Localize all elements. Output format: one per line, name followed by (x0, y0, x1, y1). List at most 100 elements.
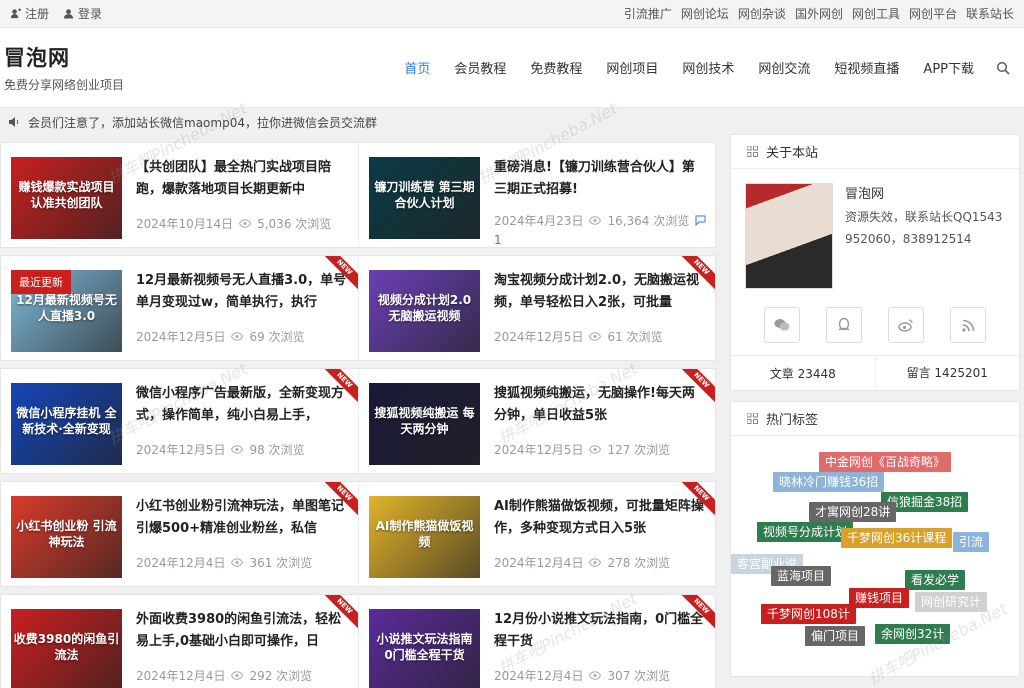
post-card[interactable]: 搜狐视频纯搬运 每天两分钟 搜狐视频纯搬运，无脑操作!每天两分钟，单日收益5张 20… (358, 369, 715, 473)
thumbnail-text: AI制作熊猫做饭视频 (375, 519, 474, 549)
register-link[interactable]: 注册 (10, 5, 49, 22)
post-title[interactable]: 外面收费3980的闲鱼引流法，轻松易上手,0基础小白即可操作，日 (136, 609, 348, 653)
post-thumbnail[interactable]: 小说推文玩法指南 0门槛全程干货 (369, 609, 480, 688)
site-logo[interactable]: 冒泡网 免费分享网络创业项目 (4, 42, 124, 93)
tag-item[interactable]: 余网创32计 (875, 624, 951, 644)
eye-icon (589, 671, 602, 680)
nav-free-tutorial[interactable]: 免费教程 (518, 58, 594, 77)
register-label: 注册 (25, 7, 50, 21)
post-views: 278 次浏览 (607, 556, 671, 570)
post-thumbnail[interactable]: 12月最新视频号无人直播3.0 最近更新 (11, 270, 122, 352)
speaker-icon (9, 117, 19, 127)
post-title[interactable]: 微信小程序广告最新版，全新变现方式，操作简单，纯小白易上手， (136, 383, 348, 427)
post-thumbnail[interactable]: 视频分成计划2.0 无脑搬运视频 (369, 270, 480, 352)
tag-item[interactable]: 引流 (953, 532, 990, 552)
wechat-button[interactable] (764, 307, 800, 343)
post-date: 2024年12月5日 (494, 443, 584, 457)
rss-button[interactable] (950, 307, 986, 343)
sidebar: 关于本站 冒泡网 资源失效，联系站长QQ1543952060，838912514 (730, 134, 1020, 687)
search-icon[interactable] (996, 61, 1010, 75)
tag-item[interactable]: 中金网创《百战奇略》 (819, 452, 952, 472)
post-title[interactable]: 搜狐视频纯搬运，无脑操作!每天两分钟，单日收益5张 (494, 383, 705, 427)
comment-count[interactable]: 1 (494, 233, 706, 247)
eye-icon (589, 558, 602, 567)
post-card[interactable]: 赚钱爆款实战项目 认准共创团队 【共创团队】最全热门实战项目陪跑，爆款落地项目长期… (1, 143, 358, 247)
post-card[interactable]: 镰刀训练营 第三期合伙人计划 重磅消息!【镰刀训练营合伙人】第三期正式招募! 202… (358, 143, 715, 247)
post-date: 2024年12月4日 (136, 556, 226, 570)
tag-item[interactable]: 赚钱项目 (849, 588, 910, 608)
user-add-icon (10, 8, 21, 19)
post-date: 2024年12月4日 (136, 669, 226, 683)
tag-item[interactable]: 千梦网创36计课程 (841, 528, 953, 548)
tag-item[interactable]: 千梦网创108计 (761, 604, 856, 624)
new-ribbon: NEW (681, 595, 715, 629)
qq-icon (838, 317, 850, 331)
post-card[interactable]: 收费3980的闲鱼引流法 外面收费3980的闲鱼引流法，轻松易上手,0基础小白即可… (1, 595, 358, 688)
nav-projects[interactable]: 网创项目 (594, 58, 670, 77)
top-link[interactable]: 国外网创 (795, 5, 843, 22)
top-link[interactable]: 引流推广 (624, 5, 672, 22)
post-title[interactable]: AI制作熊猫做饭视频，可批量矩阵操作，多种变现方式日入5张 (494, 496, 705, 540)
post-title[interactable]: 【共创团队】最全热门实战项目陪跑，爆款落地项目长期更新中 (136, 157, 348, 201)
post-card[interactable]: 小说推文玩法指南 0门槛全程干货 12月份小说推文玩法指南，0门槛全程干货 2024… (358, 595, 715, 688)
post-thumbnail[interactable]: 小红书创业粉 引流神玩法 (11, 496, 122, 578)
nav-home[interactable]: 首页 (392, 58, 442, 77)
nav-app-download[interactable]: APP下载 (911, 58, 986, 77)
post-card[interactable]: 小红书创业粉 引流神玩法 小红书创业粉引流神玩法，单图笔记引爆500+精准创业粉丝… (1, 482, 358, 586)
post-card[interactable]: 微信小程序挂机 全新技术·全新变现 微信小程序广告最新版，全新变现方式，操作简单，… (1, 369, 358, 473)
nav-member-tutorial[interactable]: 会员教程 (442, 58, 518, 77)
new-ribbon: NEW (681, 482, 715, 516)
post-views: 307 次浏览 (607, 669, 671, 683)
tag-item[interactable]: 才寓网创28讲 (809, 502, 897, 522)
qq-button[interactable] (826, 307, 862, 343)
post-card[interactable]: 12月最新视频号无人直播3.0 最近更新 12月最新视频号无人直播3.0，单号单月变… (1, 256, 358, 360)
grid-icon (747, 146, 758, 157)
post-title[interactable]: 重磅消息!【镰刀训练营合伙人】第三期正式招募! (494, 157, 706, 198)
post-thumbnail[interactable]: 收费3980的闲鱼引流法 (11, 609, 122, 688)
post-row: 微信小程序挂机 全新技术·全新变现 微信小程序广告最新版，全新变现方式，操作简单，… (0, 368, 716, 474)
new-ribbon: NEW (681, 369, 715, 403)
post-date: 2024年12月5日 (136, 330, 226, 344)
post-title[interactable]: 淘宝视频分成计划2.0，无脑搬运视频，单号轻松日入2张，可批量 (494, 270, 705, 314)
notice-text: 会员们注意了，添加站长微信maomp04，拉你进微信会员交流群 (28, 115, 377, 130)
post-thumbnail[interactable]: 赚钱爆款实战项目 认准共创团队 (11, 157, 122, 239)
new-ribbon: NEW (324, 482, 358, 516)
weibo-button[interactable] (888, 307, 924, 343)
post-thumbnail[interactable]: AI制作熊猫做饭视频 (369, 496, 480, 578)
about-box: 关于本站 冒泡网 资源失效，联系站长QQ1543952060，838912514 (730, 134, 1020, 391)
top-link[interactable]: 网创工具 (852, 5, 900, 22)
post-views: 361 次浏览 (249, 556, 313, 570)
tag-item[interactable]: 网创研究计 (915, 592, 988, 612)
post-row: 收费3980的闲鱼引流法 外面收费3980的闲鱼引流法，轻松易上手,0基础小白即可… (0, 594, 716, 688)
rss-icon (961, 319, 974, 332)
post-title[interactable]: 12月份小说推文玩法指南，0门槛全程干货 (494, 609, 705, 653)
top-link[interactable]: 联系站长 (966, 5, 1014, 22)
tags-title: 热门标签 (766, 413, 819, 428)
post-title[interactable]: 小红书创业粉引流神玩法，单图笔记引爆500+精准创业粉丝，私信 (136, 496, 348, 540)
tag-item[interactable]: 晓林冷门赚钱36招 (773, 472, 885, 492)
eye-icon (231, 558, 244, 567)
top-bar: 注册 登录 引流推广 网创论坛 网创杂谈 国外网创 网创工具 网创平台 联系站长 (0, 0, 1024, 28)
top-link[interactable]: 网创论坛 (681, 5, 729, 22)
post-meta: 2024年12月5日 127 次浏览 (494, 441, 705, 458)
post-card[interactable]: 视频分成计划2.0 无脑搬运视频 淘宝视频分成计划2.0，无脑搬运视频，单号轻松日… (358, 256, 715, 360)
nav-short-video[interactable]: 短视频直播 (822, 58, 911, 77)
post-meta: 2024年12月5日 69 次浏览 (136, 328, 348, 345)
tag-item[interactable]: 视频号分成计划 (757, 522, 854, 542)
nav-exchange[interactable]: 网创交流 (746, 58, 822, 77)
post-thumbnail[interactable]: 搜狐视频纯搬运 每天两分钟 (369, 383, 480, 465)
tag-item[interactable]: 看发必学 (905, 570, 966, 590)
post-title[interactable]: 12月最新视频号无人直播3.0，单号单月变现过w，简单执行，执行 (136, 270, 348, 314)
post-thumbnail[interactable]: 镰刀训练营 第三期合伙人计划 (369, 157, 480, 239)
login-link[interactable]: 登录 (63, 5, 102, 22)
nav-tech[interactable]: 网创技术 (670, 58, 746, 77)
comment-count: 留言 1425201 (874, 356, 1020, 390)
post-thumbnail[interactable]: 微信小程序挂机 全新技术·全新变现 (11, 383, 122, 465)
top-link[interactable]: 网创杂谈 (738, 5, 786, 22)
post-card[interactable]: AI制作熊猫做饭视频 AI制作熊猫做饭视频，可批量矩阵操作，多种变现方式日入5张 2… (358, 482, 715, 586)
tag-item[interactable]: 蓝海项目 (771, 566, 832, 586)
eye-icon (231, 671, 244, 680)
post-row: 小红书创业粉 引流神玩法 小红书创业粉引流神玩法，单图笔记引爆500+精准创业粉丝… (0, 481, 716, 587)
top-link[interactable]: 网创平台 (909, 5, 957, 22)
tag-item[interactable]: 偏门项目 (805, 626, 866, 646)
